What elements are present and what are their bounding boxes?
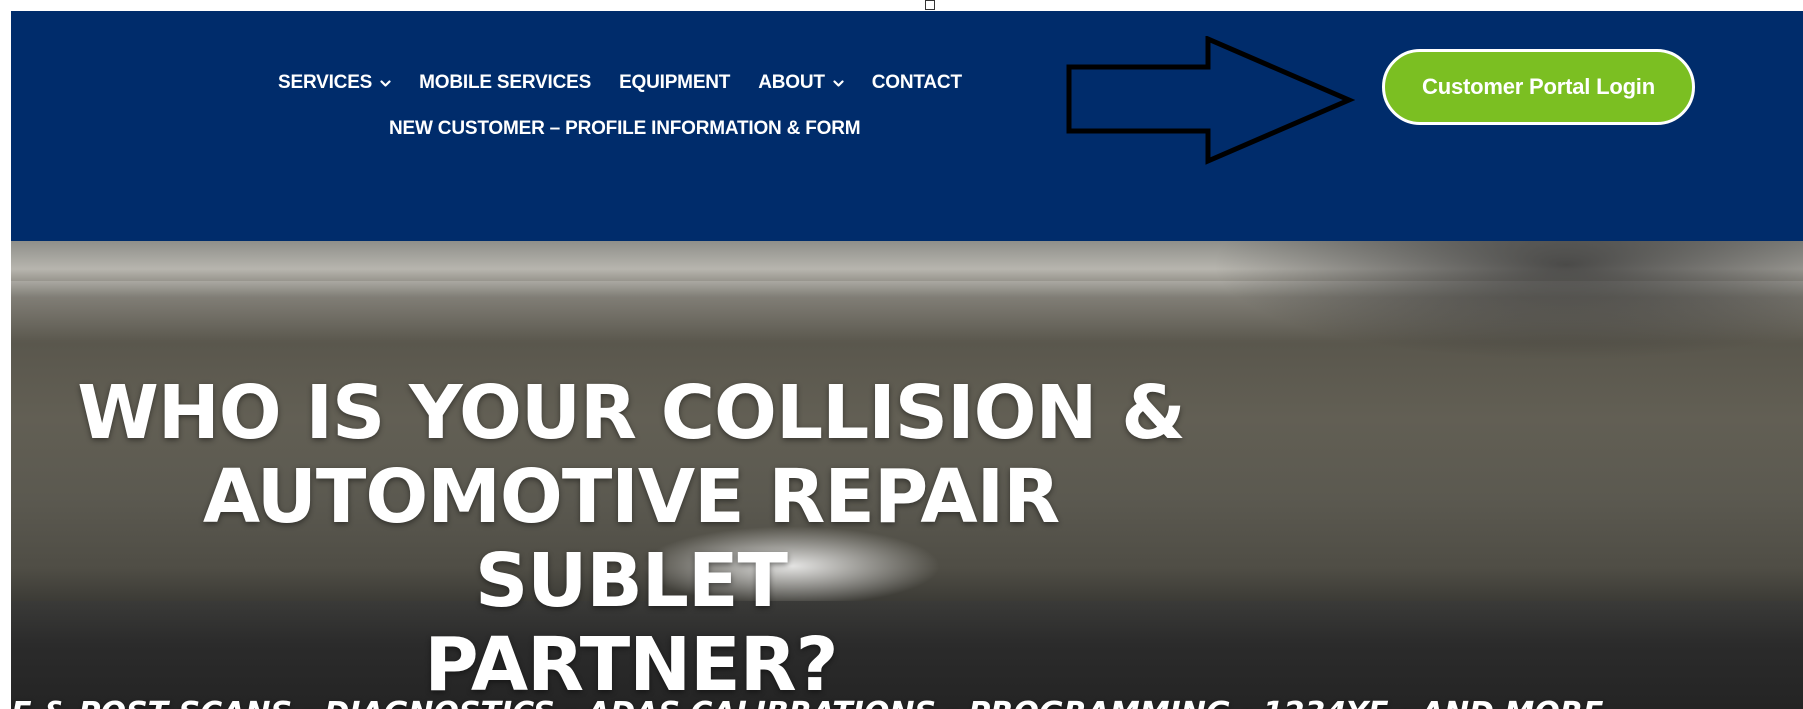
- chevron-down-icon: [380, 78, 391, 89]
- nav-item-label: ABOUT: [758, 72, 825, 93]
- nav-item-about[interactable]: ABOUT: [758, 72, 844, 94]
- nav-item-label: EQUIPMENT: [619, 72, 731, 93]
- nav-item-mobile-services[interactable]: MOBILE SERVICES: [419, 72, 591, 94]
- hero-title: WHO IS YOUR COLLISION & AUTOMOTIVE REPAI…: [51, 371, 1211, 707]
- nav-item-label: SERVICES: [278, 72, 373, 93]
- nav-item-label: CONTACT: [871, 72, 962, 93]
- nav-item-contact[interactable]: CONTACT: [872, 72, 962, 94]
- hero-title-line: AUTOMOTIVE REPAIR SUBLET: [202, 454, 1060, 624]
- hero-title-line: WHO IS YOUR COLLISION &: [77, 370, 1186, 456]
- left-gutter: [0, 11, 11, 709]
- main-nav: SERVICES MOBILE SERVICES EQUIPMENT ABOUT…: [278, 72, 990, 94]
- arrow-right-outline-icon: [1065, 35, 1356, 171]
- site-header: [11, 11, 1803, 241]
- resize-handle[interactable]: [925, 0, 935, 10]
- page: SERVICES MOBILE SERVICES EQUIPMENT ABOUT…: [0, 0, 1803, 709]
- nav-item-label: NEW CUSTOMER – PROFILE INFORMATION & FOR…: [389, 118, 861, 139]
- hero-title-line: PARTNER?: [424, 622, 838, 708]
- secondary-nav: NEW CUSTOMER – PROFILE INFORMATION & FOR…: [389, 118, 888, 140]
- nav-item-new-customer-form[interactable]: NEW CUSTOMER – PROFILE INFORMATION & FOR…: [389, 118, 861, 140]
- services-ticker: E & POST SCANS · DIAGNOSTICS · ADAS CALI…: [11, 696, 1603, 709]
- chevron-down-icon: [833, 78, 844, 89]
- button-label: Customer Portal Login: [1422, 74, 1655, 99]
- nav-item-services[interactable]: SERVICES: [278, 72, 391, 94]
- hero-section: WHO IS YOUR COLLISION & AUTOMOTIVE REPAI…: [11, 241, 1803, 709]
- hero-background-shadow: [1211, 241, 1803, 361]
- nav-item-label: MOBILE SERVICES: [419, 72, 592, 93]
- nav-item-equipment[interactable]: EQUIPMENT: [619, 72, 730, 94]
- customer-portal-login-button[interactable]: Customer Portal Login: [1382, 49, 1695, 125]
